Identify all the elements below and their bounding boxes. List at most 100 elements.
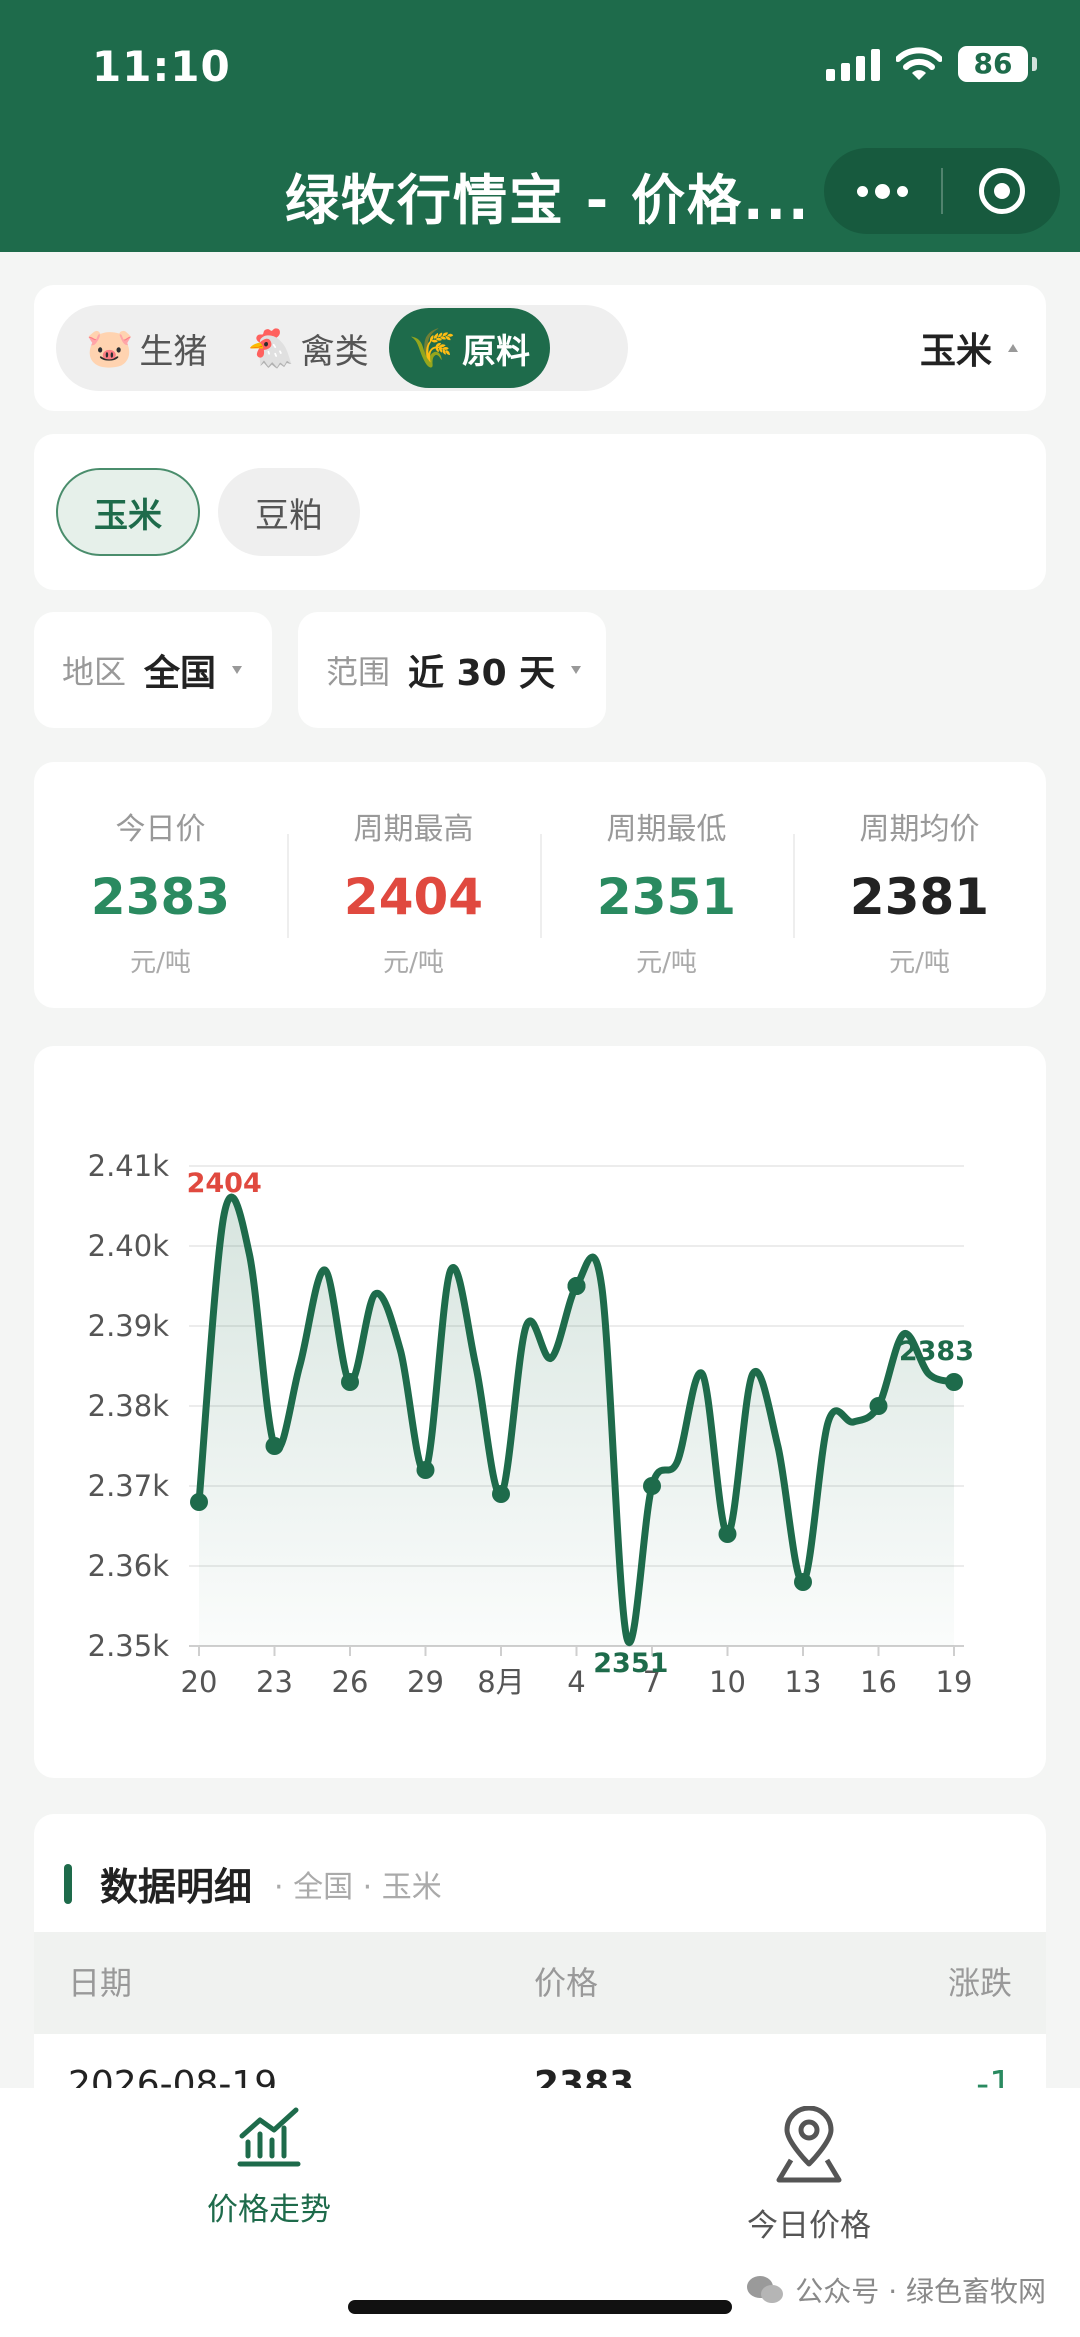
wechat-icon <box>745 2273 785 2307</box>
y-tick-label: 2.39k <box>88 1309 170 1343</box>
x-tick-label: 13 <box>785 1665 822 1699</box>
data-point <box>492 1485 510 1503</box>
stat-today: 今日价 2383 元/吨 <box>34 762 287 1008</box>
home-indicator <box>348 2300 732 2314</box>
data-point <box>190 1493 208 1511</box>
wifi-icon <box>896 47 942 80</box>
region-filter[interactable]: 地区 全国 <box>34 612 272 728</box>
max-label: 2404 <box>187 1168 262 1199</box>
caret-up-icon <box>1008 344 1018 352</box>
y-tick-label: 2.35k <box>88 1629 170 1663</box>
stat-label: 周期均价 <box>859 812 980 847</box>
tab-feed[interactable]: 🌾 原料 <box>388 308 550 388</box>
battery-icon: 86 <box>958 46 1037 82</box>
data-point <box>869 1397 888 1415</box>
stat-min: 周期最低 2351 元/吨 <box>540 762 793 1008</box>
data-point <box>416 1461 435 1479</box>
data-point <box>945 1373 963 1391</box>
price-line-chart: 2.41k 2.40k 2.39k 2.38k 2.37k 2.36k 2.35k 20 23 2… <box>88 1149 974 1699</box>
stat-average: 周期均价 2381 元/吨 <box>793 762 1046 1008</box>
location-icon <box>776 2106 842 2183</box>
x-tick-label: 8月 <box>477 1665 524 1699</box>
data-point <box>341 1373 359 1391</box>
chart-icon <box>237 2107 301 2167</box>
mini-program-capsule <box>824 148 1060 234</box>
stat-value: 2351 <box>596 868 737 926</box>
y-tick-label: 2.41k <box>88 1149 170 1183</box>
caret-down-icon <box>232 666 243 674</box>
header-change: 涨跌 <box>947 1964 1012 2002</box>
nav-price-trend[interactable]: 价格走势 <box>119 2106 419 2229</box>
stat-unit: 元/吨 <box>889 948 950 978</box>
chip-corn[interactable]: 玉米 <box>56 468 200 556</box>
data-point <box>643 1477 661 1495</box>
stat-unit: 元/吨 <box>636 948 697 978</box>
x-tick-label: 26 <box>332 1665 369 1699</box>
nav-label: 价格走势 <box>207 2192 331 2228</box>
x-tick-label: 19 <box>936 1665 973 1699</box>
tab-label: 生猪 <box>139 331 208 372</box>
y-tick-label: 2.40k <box>88 1229 170 1263</box>
x-tick-label: 29 <box>407 1665 444 1699</box>
watermark: 公众号 · 绿色畜牧网 <box>745 2270 1046 2310</box>
status-time: 11:10 <box>92 42 231 91</box>
pig-icon: 🐷 <box>86 325 134 370</box>
x-tick-label: 4 <box>567 1665 585 1699</box>
tab-label: 原料 <box>461 331 530 372</box>
tab-poultry[interactable]: 🐔 禽类 <box>227 305 388 391</box>
x-tick-label: 23 <box>256 1665 293 1699</box>
stat-value: 2404 <box>343 868 484 926</box>
stat-label: 周期最低 <box>606 812 727 847</box>
category-card: 🐷 生猪 🐔 禽类 🌾 原料 玉米 <box>34 285 1046 411</box>
tab-hog[interactable]: 🐷 生猪 <box>66 305 227 391</box>
stat-unit: 元/吨 <box>383 948 444 978</box>
header-date: 日期 <box>68 1964 133 2002</box>
watermark-text: 公众号 · 绿色畜牧网 <box>795 2275 1046 2308</box>
nav-today-price[interactable]: 今日价格 <box>659 2106 959 2245</box>
y-tick-label: 2.38k <box>88 1389 170 1423</box>
caret-down-icon <box>571 666 582 674</box>
y-tick-label: 2.36k <box>88 1549 170 1583</box>
stat-value: 2381 <box>849 868 990 926</box>
header-price: 价格 <box>534 1964 599 2002</box>
range-label: 范围 <box>326 653 391 691</box>
x-tick-label: 20 <box>181 1665 218 1699</box>
section-title: 数据明细 <box>100 1865 253 1909</box>
chicken-icon: 🐔 <box>247 325 295 370</box>
tab-label: 禽类 <box>300 331 369 372</box>
min-label: 2351 <box>593 1648 668 1679</box>
region-label: 地区 <box>62 653 127 691</box>
data-point <box>567 1277 586 1295</box>
product-dropdown[interactable]: 玉米 <box>920 285 1018 411</box>
x-tick-label: 16 <box>860 1665 897 1699</box>
data-point <box>794 1573 812 1591</box>
product-chips-card: 玉米 豆粕 <box>34 434 1046 590</box>
nav-label: 今日价格 <box>747 2208 871 2244</box>
status-icons: 86 <box>826 46 1037 82</box>
stat-max: 周期最高 2404 元/吨 <box>287 762 540 1008</box>
region-value: 全国 <box>144 653 217 694</box>
more-icon[interactable] <box>824 183 941 199</box>
table-header: 日期 价格 涨跌 <box>34 1932 1046 2034</box>
stat-label: 今日价 <box>115 812 206 847</box>
category-tabs: 🐷 生猪 🐔 禽类 🌾 原料 <box>56 305 628 391</box>
data-point <box>718 1525 737 1543</box>
chip-soymeal[interactable]: 豆粕 <box>218 468 360 556</box>
close-icon[interactable] <box>943 168 1060 214</box>
y-tick-label: 2.37k <box>88 1469 170 1503</box>
product-dropdown-value: 玉米 <box>919 331 992 372</box>
section-header: 数据明细 · 全国 · 玉米 <box>64 1856 442 1911</box>
data-point <box>265 1437 284 1455</box>
stats-card: 今日价 2383 元/吨 周期最高 2404 元/吨 周期最低 2351 元/吨… <box>34 762 1046 1008</box>
chart-area <box>199 1197 954 1646</box>
stat-unit: 元/吨 <box>130 948 191 978</box>
grain-icon: 🌾 <box>408 325 456 370</box>
range-filter[interactable]: 范围 近 30 天 <box>298 612 606 728</box>
stat-label: 周期最高 <box>353 812 474 847</box>
price-chart-card: 2.41k 2.40k 2.39k 2.38k 2.37k 2.36k 2.35k 20 23 2… <box>34 1046 1046 1778</box>
section-accent-bar <box>64 1863 72 1904</box>
range-value: 近 30 天 <box>408 653 556 694</box>
section-subtitle: · 全国 · 玉米 <box>274 1869 442 1905</box>
stat-value: 2383 <box>90 868 231 926</box>
last-label: 2383 <box>899 1336 974 1367</box>
